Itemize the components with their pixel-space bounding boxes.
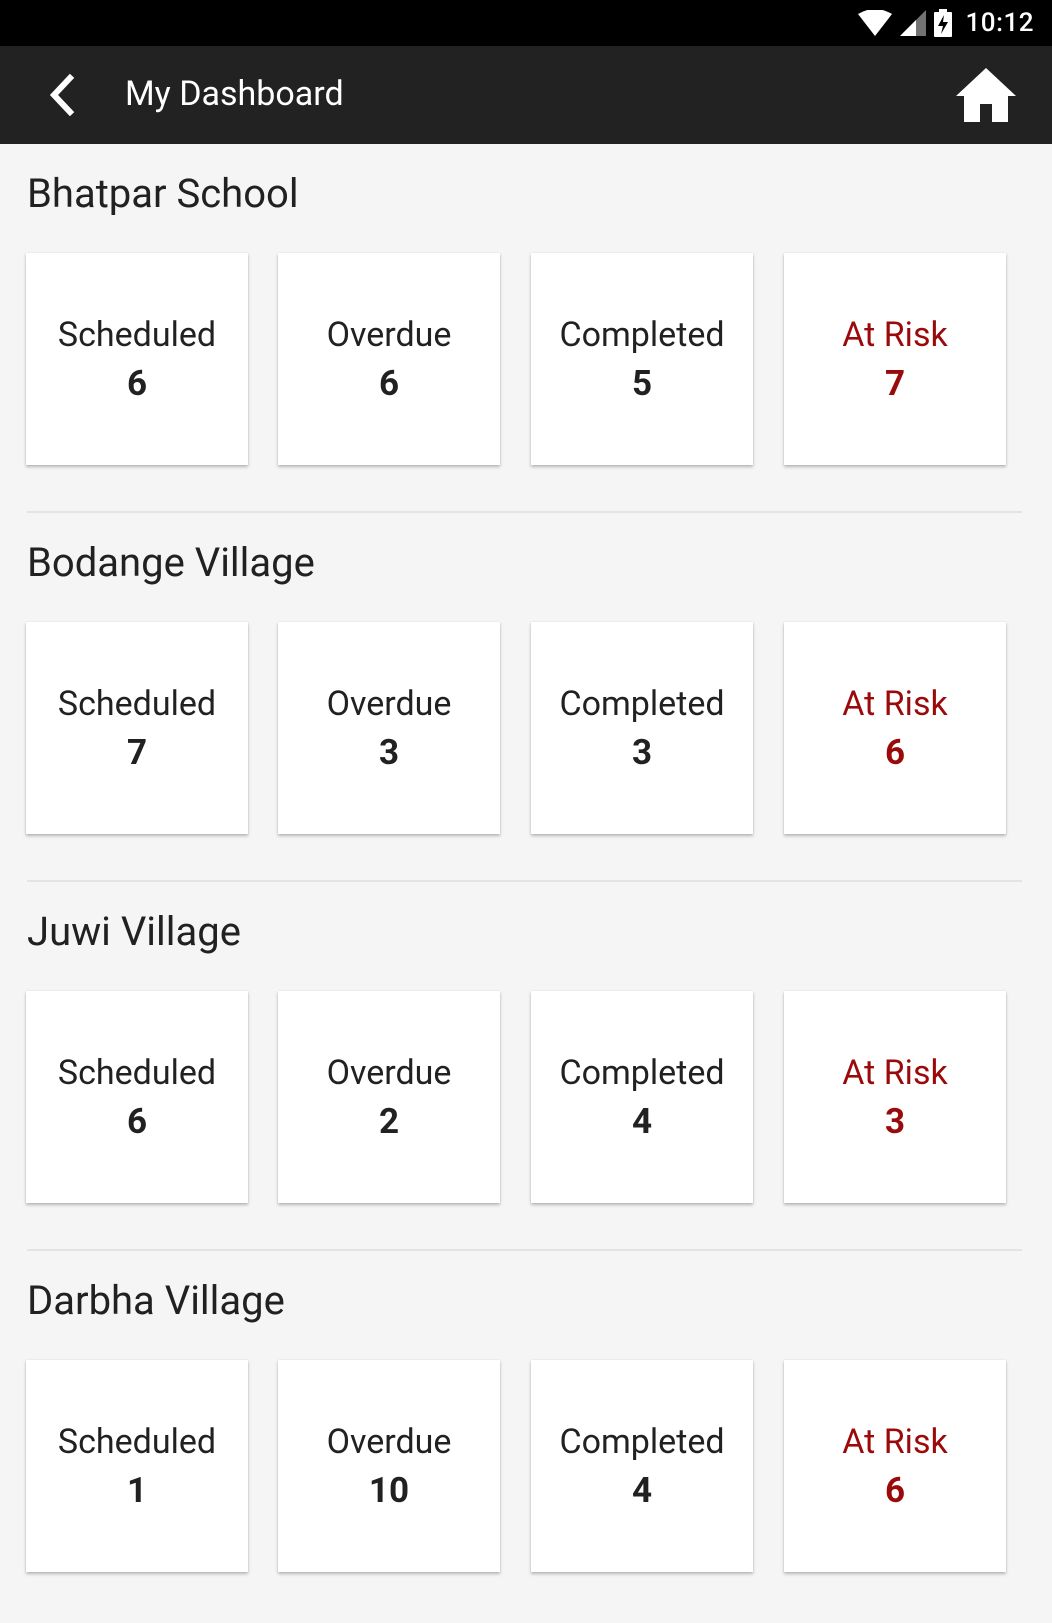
at-risk-card[interactable]: At Risk 7 bbox=[784, 253, 1006, 465]
card-label: Overdue bbox=[326, 315, 452, 355]
card-count: 6 bbox=[884, 732, 906, 773]
completed-card[interactable]: Completed 3 bbox=[531, 622, 753, 834]
card-label: Overdue bbox=[326, 1422, 452, 1462]
scheduled-card[interactable]: Scheduled 1 bbox=[26, 1360, 248, 1572]
card-label: Scheduled bbox=[57, 1053, 217, 1093]
card-label: Overdue bbox=[326, 1053, 452, 1093]
card-count: 6 bbox=[126, 1101, 148, 1142]
at-risk-card[interactable]: At Risk 6 bbox=[784, 622, 1006, 834]
scheduled-card[interactable]: Scheduled 6 bbox=[26, 253, 248, 465]
section-title: Darbha Village bbox=[27, 1277, 285, 1324]
card-label: Scheduled bbox=[57, 315, 217, 355]
location-section: Darbha Village Scheduled 1 Overdue 10 Complet… bbox=[0, 1247, 1052, 1623]
card-label: At Risk bbox=[842, 315, 948, 355]
card-count: 2 bbox=[378, 1101, 400, 1142]
card-label: Completed bbox=[559, 684, 725, 724]
home-icon bbox=[956, 68, 1016, 122]
status-bar: 10:12 bbox=[0, 0, 1052, 46]
app-bar: My Dashboard bbox=[0, 46, 1052, 144]
wifi-icon bbox=[857, 10, 892, 36]
overdue-card[interactable]: Overdue 6 bbox=[278, 253, 500, 465]
completed-card[interactable]: Completed 4 bbox=[531, 991, 753, 1203]
status-time: 10:12 bbox=[965, 8, 1034, 38]
card-count: 4 bbox=[631, 1470, 653, 1511]
battery-charging-icon bbox=[933, 9, 952, 37]
back-button[interactable] bbox=[44, 72, 84, 118]
card-label: Completed bbox=[559, 315, 725, 355]
completed-card[interactable]: Completed 5 bbox=[531, 253, 753, 465]
overdue-card[interactable]: Overdue 10 bbox=[278, 1360, 500, 1572]
section-title: Juwi Village bbox=[27, 908, 241, 955]
at-risk-card[interactable]: At Risk 3 bbox=[784, 991, 1006, 1203]
card-count: 4 bbox=[631, 1101, 653, 1142]
card-count: 6 bbox=[884, 1470, 906, 1511]
status-icons: 10:12 bbox=[857, 8, 1034, 38]
signal-icon bbox=[899, 10, 926, 36]
card-count: 3 bbox=[631, 732, 653, 773]
section-title: Bodange Village bbox=[27, 539, 315, 586]
card-label: At Risk bbox=[842, 684, 948, 724]
card-label: Completed bbox=[559, 1053, 725, 1093]
home-button[interactable] bbox=[954, 66, 1018, 124]
card-count: 7 bbox=[126, 732, 148, 773]
card-count: 3 bbox=[378, 732, 400, 773]
section-title: Bhatpar School bbox=[27, 170, 299, 217]
card-count: 3 bbox=[884, 1101, 906, 1142]
back-chevron-icon bbox=[49, 73, 75, 117]
card-count: 6 bbox=[126, 363, 148, 404]
completed-card[interactable]: Completed 4 bbox=[531, 1360, 753, 1572]
card-label: At Risk bbox=[842, 1053, 948, 1093]
card-label: Overdue bbox=[326, 684, 452, 724]
card-count: 6 bbox=[378, 363, 400, 404]
card-count: 1 bbox=[126, 1470, 148, 1511]
location-section: Bodange Village Scheduled 7 Overdue 3 Complet… bbox=[0, 509, 1052, 885]
card-label: Scheduled bbox=[57, 1422, 217, 1462]
scheduled-card[interactable]: Scheduled 7 bbox=[26, 622, 248, 834]
card-count: 10 bbox=[368, 1470, 410, 1511]
card-label: At Risk bbox=[842, 1422, 948, 1462]
location-section: Juwi Village Scheduled 6 Overdue 2 Completed 4… bbox=[0, 878, 1052, 1254]
card-count: 5 bbox=[631, 363, 653, 404]
scheduled-card[interactable]: Scheduled 6 bbox=[26, 991, 248, 1203]
overdue-card[interactable]: Overdue 3 bbox=[278, 622, 500, 834]
card-count: 7 bbox=[884, 363, 906, 404]
at-risk-card[interactable]: At Risk 6 bbox=[784, 1360, 1006, 1572]
overdue-card[interactable]: Overdue 2 bbox=[278, 991, 500, 1203]
card-label: Completed bbox=[559, 1422, 725, 1462]
card-label: Scheduled bbox=[57, 684, 217, 724]
location-section: Bhatpar School Scheduled 6 Overdue 6 Complete… bbox=[0, 140, 1052, 516]
page-title: My Dashboard bbox=[125, 74, 344, 114]
